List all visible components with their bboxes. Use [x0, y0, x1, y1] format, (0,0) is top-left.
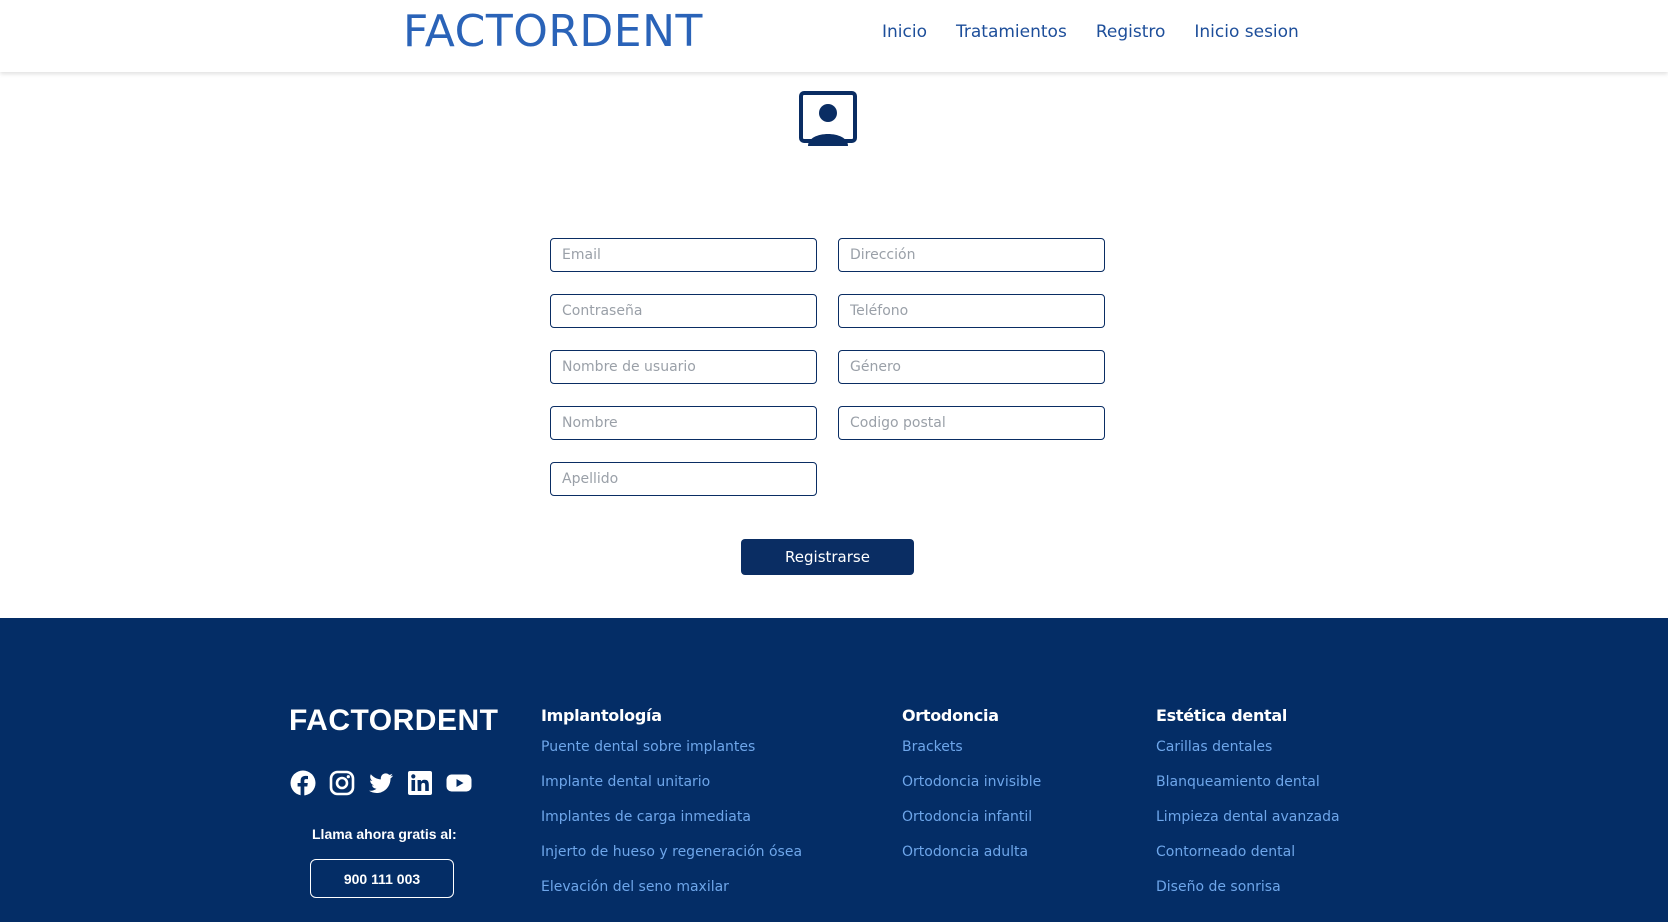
- footer-link[interactable]: Brackets: [902, 739, 1041, 774]
- social-links: [290, 770, 472, 796]
- phone-button[interactable]: 900 111 003: [310, 859, 454, 898]
- footer-link[interactable]: Elevación del seno maxilar: [541, 879, 802, 914]
- email-field[interactable]: [550, 238, 817, 272]
- footer-link[interactable]: Implante dental unitario: [541, 774, 802, 809]
- instagram-icon[interactable]: [329, 770, 355, 796]
- nav-inicio[interactable]: Inicio: [882, 22, 927, 42]
- footer-column-estetica: Estética dental Carillas dentales Blanqu…: [1156, 706, 1340, 914]
- column-title: Implantología: [541, 706, 662, 725]
- footer-link[interactable]: Blanqueamiento dental: [1156, 774, 1340, 809]
- column-title: Ortodoncia: [902, 706, 999, 725]
- phone-field[interactable]: [838, 294, 1105, 328]
- password-field[interactable]: [550, 294, 817, 328]
- youtube-icon[interactable]: [446, 770, 472, 796]
- footer-link[interactable]: Contorneado dental: [1156, 844, 1340, 879]
- footer-column-ortodoncia: Ortodoncia Brackets Ortodoncia invisible…: [902, 706, 1041, 879]
- first-name-field[interactable]: [550, 406, 817, 440]
- nav-tratamientos[interactable]: Tratamientos: [956, 22, 1067, 42]
- site-header: FACTORDENT Inicio Tratamientos Registro …: [0, 0, 1668, 72]
- user-profile-icon: [799, 91, 857, 146]
- site-footer: FACTORDENT Llama ahora gratis al: 900 11…: [0, 618, 1668, 922]
- call-label: Llama ahora gratis al:: [312, 826, 457, 842]
- facebook-icon[interactable]: [290, 770, 316, 796]
- footer-link[interactable]: Ortodoncia infantil: [902, 809, 1041, 844]
- footer-link[interactable]: Carillas dentales: [1156, 739, 1340, 774]
- footer-link[interactable]: Ortodoncia invisible: [902, 774, 1041, 809]
- footer-link[interactable]: Puente dental sobre implantes: [541, 739, 802, 774]
- linkedin-icon[interactable]: [407, 770, 433, 796]
- footer-link[interactable]: Ortodoncia adulta: [902, 844, 1041, 879]
- nav-inicio-sesion[interactable]: Inicio sesion: [1194, 22, 1298, 42]
- nav-registro[interactable]: Registro: [1096, 22, 1166, 42]
- twitter-icon[interactable]: [368, 770, 394, 796]
- column-title: Estética dental: [1156, 706, 1288, 725]
- gender-field[interactable]: [838, 350, 1105, 384]
- site-logo[interactable]: FACTORDENT: [403, 6, 703, 57]
- postal-code-field[interactable]: [838, 406, 1105, 440]
- footer-column-implantologia: Implantología Puente dental sobre implan…: [541, 706, 802, 914]
- footer-link[interactable]: Implantes de carga inmediata: [541, 809, 802, 844]
- last-name-field[interactable]: [550, 462, 817, 496]
- footer-link[interactable]: Limpieza dental avanzada: [1156, 809, 1340, 844]
- footer-link[interactable]: Injerto de hueso y regeneración ósea: [541, 844, 802, 879]
- footer-link[interactable]: Diseño de sonrisa: [1156, 879, 1340, 914]
- footer-logo: FACTORDENT: [289, 704, 499, 737]
- address-field[interactable]: [838, 238, 1105, 272]
- main-nav: Inicio Tratamientos Registro Inicio sesi…: [882, 22, 1328, 42]
- username-field[interactable]: [550, 350, 817, 384]
- register-button[interactable]: Registrarse: [741, 539, 914, 575]
